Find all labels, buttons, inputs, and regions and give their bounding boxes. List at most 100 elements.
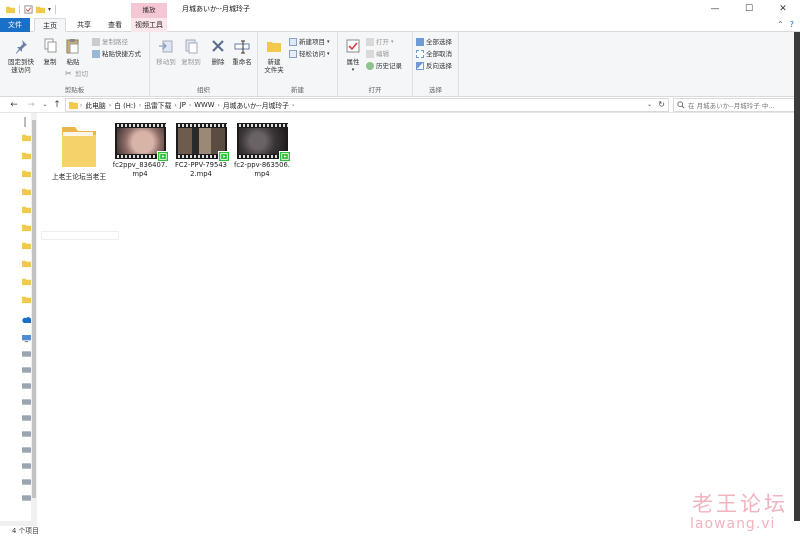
drive-icon[interactable]	[22, 399, 31, 409]
nav-pane-scrollbar-thumb[interactable]	[32, 120, 36, 498]
separator	[55, 4, 57, 14]
properties-button[interactable]: 属性 ▾	[342, 38, 364, 74]
paste-shortcut-button[interactable]: 粘贴快捷方式	[92, 49, 141, 59]
context-tab-play[interactable]: 播放	[131, 3, 167, 18]
separator	[19, 4, 20, 14]
properties-icon[interactable]	[24, 4, 33, 14]
address-bar[interactable]: › 此电脑 › 白 (H:) › 迅雷下载 › JP › WWW › 月城あいか…	[65, 98, 669, 112]
rename-icon	[234, 40, 250, 54]
breadcrumb-current[interactable]: 月城あいか--月城玲子	[220, 100, 292, 110]
copy-to-button[interactable]: 复制到	[179, 38, 203, 66]
open-button[interactable]: 打开 ▾	[366, 37, 394, 47]
nav-folder-icon[interactable]	[22, 187, 31, 197]
refresh-icon[interactable]: ↻	[658, 99, 665, 111]
group-label-organize: 组织	[197, 86, 210, 94]
film-strip-holes	[114, 124, 166, 127]
onedrive-icon[interactable]	[22, 317, 33, 327]
rename-button[interactable]: 重命名	[230, 38, 254, 66]
select-none-button[interactable]: 全部取消	[416, 49, 452, 59]
new-folder-icon[interactable]	[36, 5, 45, 14]
video-play-badge-icon	[156, 151, 169, 162]
drive-icon[interactable]	[22, 495, 31, 505]
properties-check-icon	[346, 39, 360, 53]
invert-selection-button[interactable]: 反向选择	[416, 61, 452, 71]
tab-file[interactable]: 文件	[0, 18, 30, 32]
select-all-label: 全部选择	[426, 38, 452, 46]
easy-access-button[interactable]: 轻松访问 ▾	[289, 49, 330, 59]
back-arrow-icon[interactable]: ←	[8, 98, 20, 112]
pane-expand-chevron-icon[interactable]	[24, 117, 26, 127]
minimize-button[interactable]: —	[698, 0, 732, 18]
file-item-video[interactable]: fc2-ppv-863506.mp4	[233, 123, 291, 179]
collapse-ribbon-icon[interactable]: ⌃	[777, 20, 784, 29]
drive-icon[interactable]	[22, 383, 31, 393]
nav-folder-icon[interactable]	[22, 133, 31, 143]
drive-icon[interactable]	[22, 447, 31, 457]
rename-label: 重命名	[232, 58, 252, 66]
drive-icon[interactable]	[22, 351, 31, 361]
copy-path-icon	[92, 38, 100, 46]
search-icon	[677, 101, 685, 109]
tab-share[interactable]: 共享	[70, 18, 98, 32]
breadcrumb-jp[interactable]: JP	[177, 101, 189, 109]
nav-folder-icon[interactable]	[22, 223, 31, 233]
copy-to-icon	[185, 39, 198, 54]
tab-home[interactable]: 主页	[34, 18, 66, 32]
new-folder-button[interactable]: 新建 文件夹	[261, 38, 287, 74]
search-box[interactable]: 在 月城あいか--月城玲子 中...	[673, 98, 795, 112]
this-pc-icon[interactable]	[22, 335, 31, 345]
up-arrow-icon[interactable]: ↑	[51, 98, 63, 112]
file-item-video[interactable]: FC2-PPV-795432.mp4	[172, 123, 230, 179]
nav-folder-icon[interactable]	[22, 151, 31, 161]
copy-path-button[interactable]: 复制路径	[92, 37, 128, 47]
ribbon-toggles: ⌃ ?	[777, 20, 794, 29]
nav-folder-icon[interactable]	[22, 277, 31, 287]
nav-folder-icon[interactable]	[22, 169, 31, 179]
close-button[interactable]: ✕	[766, 0, 800, 18]
nav-folder-icon[interactable]	[22, 259, 31, 269]
drive-icon[interactable]	[22, 463, 31, 473]
select-all-button[interactable]: 全部选择	[416, 37, 452, 47]
new-item-button[interactable]: 新建项目 ▾	[289, 37, 330, 47]
drive-icon[interactable]	[22, 479, 31, 489]
address-dropdown-icon[interactable]: ⌄	[647, 99, 652, 111]
breadcrumb-downloads[interactable]: 迅雷下载	[141, 100, 174, 110]
breadcrumb-www[interactable]: WWW	[191, 101, 217, 109]
nav-folder-icon[interactable]	[22, 295, 31, 305]
cut-button[interactable]: ✂ 剪切	[65, 69, 88, 79]
breadcrumb-drive[interactable]: 白 (H:)	[111, 100, 139, 110]
watermark: 老王论坛 laowang.vi	[672, 486, 798, 538]
qat-dropdown-icon[interactable]: ▾	[48, 6, 51, 13]
delete-button[interactable]: 删除	[207, 38, 229, 66]
new-folder-icon	[267, 42, 281, 52]
paste-button[interactable]: 粘贴	[63, 38, 83, 66]
help-icon[interactable]: ?	[790, 20, 794, 29]
file-name: FC2-PPV-795432.mp4	[175, 161, 227, 178]
drive-icon[interactable]	[22, 431, 31, 441]
delete-label: 删除	[211, 58, 225, 66]
move-to-button[interactable]: 移动到	[154, 38, 178, 66]
drive-icon[interactable]	[22, 415, 31, 425]
chevron-down-icon: ▾	[391, 39, 394, 45]
tab-view[interactable]: 查看	[101, 18, 129, 32]
nav-folder-icon[interactable]	[22, 241, 31, 251]
file-name: fc2ppv_836407.mp4	[112, 161, 168, 178]
nav-pane-scrollbar[interactable]	[31, 113, 37, 521]
recent-locations-chevron-icon[interactable]: ⌄	[39, 98, 51, 112]
edit-button[interactable]: 编辑	[366, 49, 389, 59]
forward-arrow-icon[interactable]: →	[25, 98, 37, 112]
file-item-folder[interactable]: 上老王论坛当老王	[50, 123, 108, 182]
tab-video-tools[interactable]: 视频工具	[131, 18, 167, 32]
history-button[interactable]: 历史记录	[366, 61, 402, 71]
group-clipboard: 固定到快 速访问 复制 粘贴 复制路径 粘贴快捷方式 ✂ 剪切 剪贴板	[0, 32, 150, 97]
video-play-badge-icon	[278, 151, 291, 162]
breadcrumb-separator: ›	[291, 101, 295, 109]
drive-icon[interactable]	[22, 367, 31, 377]
file-item-video[interactable]: fc2ppv_836407.mp4	[111, 123, 169, 179]
nav-folder-icon[interactable]	[22, 205, 31, 215]
copy-button[interactable]: 复制	[40, 38, 60, 66]
file-name: 上老王论坛当老王	[51, 173, 107, 181]
breadcrumb-this-pc[interactable]: 此电脑	[82, 100, 108, 110]
pin-quick-access-button[interactable]: 固定到快 速访问	[6, 38, 36, 74]
maximize-button[interactable]: ☐	[732, 0, 766, 18]
